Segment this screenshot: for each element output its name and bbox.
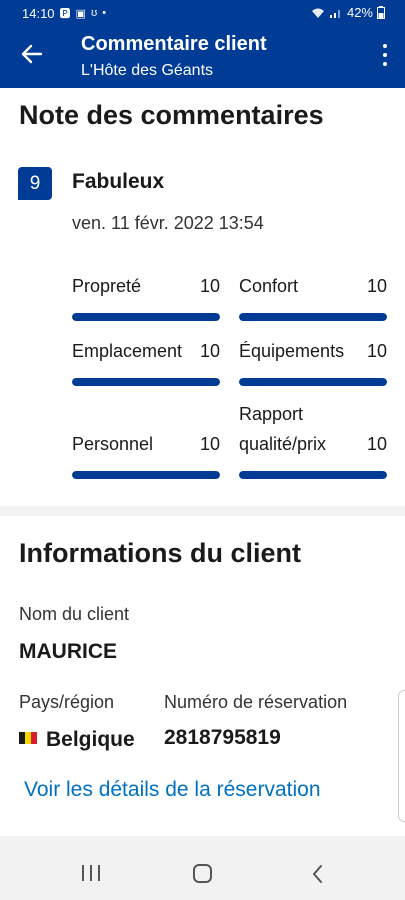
gallery-icon: ▣ [75,7,86,20]
category-label: Confort [239,276,299,296]
category-label: Rapport qualité/prix [239,399,326,459]
status-bar: 14:10 🅿 ▣ ʊ • 42% [0,0,405,26]
back-button[interactable] [18,40,46,68]
category-value: 10 [199,434,220,454]
country-value: Belgique [19,726,135,752]
category-bar-fill [72,313,220,321]
client-heading: Informations du client [19,538,302,568]
score-verdict: Fabuleux [72,170,165,193]
review-date: ven. 11 févr. 2022 13:54 [72,213,264,233]
more-options-button[interactable] [381,44,389,66]
system-nav-bar [0,845,405,900]
category-equipements: Équipements 10 [239,336,387,386]
app-bar: Commentaire client L'Hôte des Géants [0,26,405,88]
score-badge: 9 [18,167,52,200]
category-bar [239,471,387,479]
category-label: Équipements [239,341,345,361]
booking-details-link[interactable]: Voir les détails de la réservation [24,778,321,802]
category-bar [239,378,387,386]
chevron-left-icon [313,865,322,883]
category-bar-fill [239,313,387,321]
recent-apps-icon [82,865,84,881]
category-value: 10 [366,341,387,361]
client-name-label: Nom du client [19,604,130,624]
battery-icon [377,6,385,19]
category-value: 10 [366,434,387,454]
category-label: Propreté [72,276,142,296]
arrow-left-icon [21,44,43,64]
side-panel-edge[interactable] [398,690,405,822]
category-value: 10 [366,276,387,296]
category-bar [72,471,220,479]
property-name: L'Hôte des Géants [81,62,214,79]
client-name-value: MAURICE [19,640,117,663]
parking-notification-icon: 🅿 [59,8,71,20]
page-title: Commentaire client [81,33,267,55]
booking-number-label: Numéro de réservation [164,692,348,712]
country-name: Belgique [46,728,135,751]
dot-icon: • [102,7,107,19]
category-bar-fill [239,471,387,479]
category-bar-fill [72,378,220,386]
status-time: 14:10 [22,5,55,21]
category-label-line2: qualité/prix [239,434,327,454]
category-label: Emplacement [72,341,183,361]
category-confort: Confort 10 [239,271,387,321]
category-bar [239,313,387,321]
category-value: 10 [199,276,220,296]
battery-percent: 42% [346,5,373,20]
home-button[interactable] [193,864,212,883]
review-score-card: Note des commentaires 9 Fabuleux ven. 11… [0,88,405,506]
category-label: Personnel [72,434,154,454]
system-back-button[interactable] [310,864,326,884]
client-info-card: Informations du client Nom du client MAU… [0,516,405,836]
booking-number-value: 2818795819 [164,726,281,749]
recent-apps-button[interactable] [82,865,100,881]
category-emplacement: Emplacement 10 [72,336,220,386]
category-label-line1: Rapport [239,404,304,424]
country-label: Pays/région [19,692,115,712]
category-value: 10 [199,341,220,361]
app-notification-icon: ʊ [90,7,98,19]
wifi-icon [311,8,324,18]
category-bar-fill [72,471,220,479]
category-personnel: Personnel 10 [72,398,220,479]
category-bar [72,313,220,321]
category-rapport-qualite-prix: Rapport qualité/prix 10 [239,398,387,479]
category-bar-fill [239,378,387,386]
belgium-flag-icon [19,726,37,744]
review-heading: Note des commentaires [19,100,324,130]
category-proprete: Propreté 10 [72,271,220,321]
more-vert-icon [383,44,387,48]
category-bar [72,378,220,386]
signal-icon [329,9,340,18]
